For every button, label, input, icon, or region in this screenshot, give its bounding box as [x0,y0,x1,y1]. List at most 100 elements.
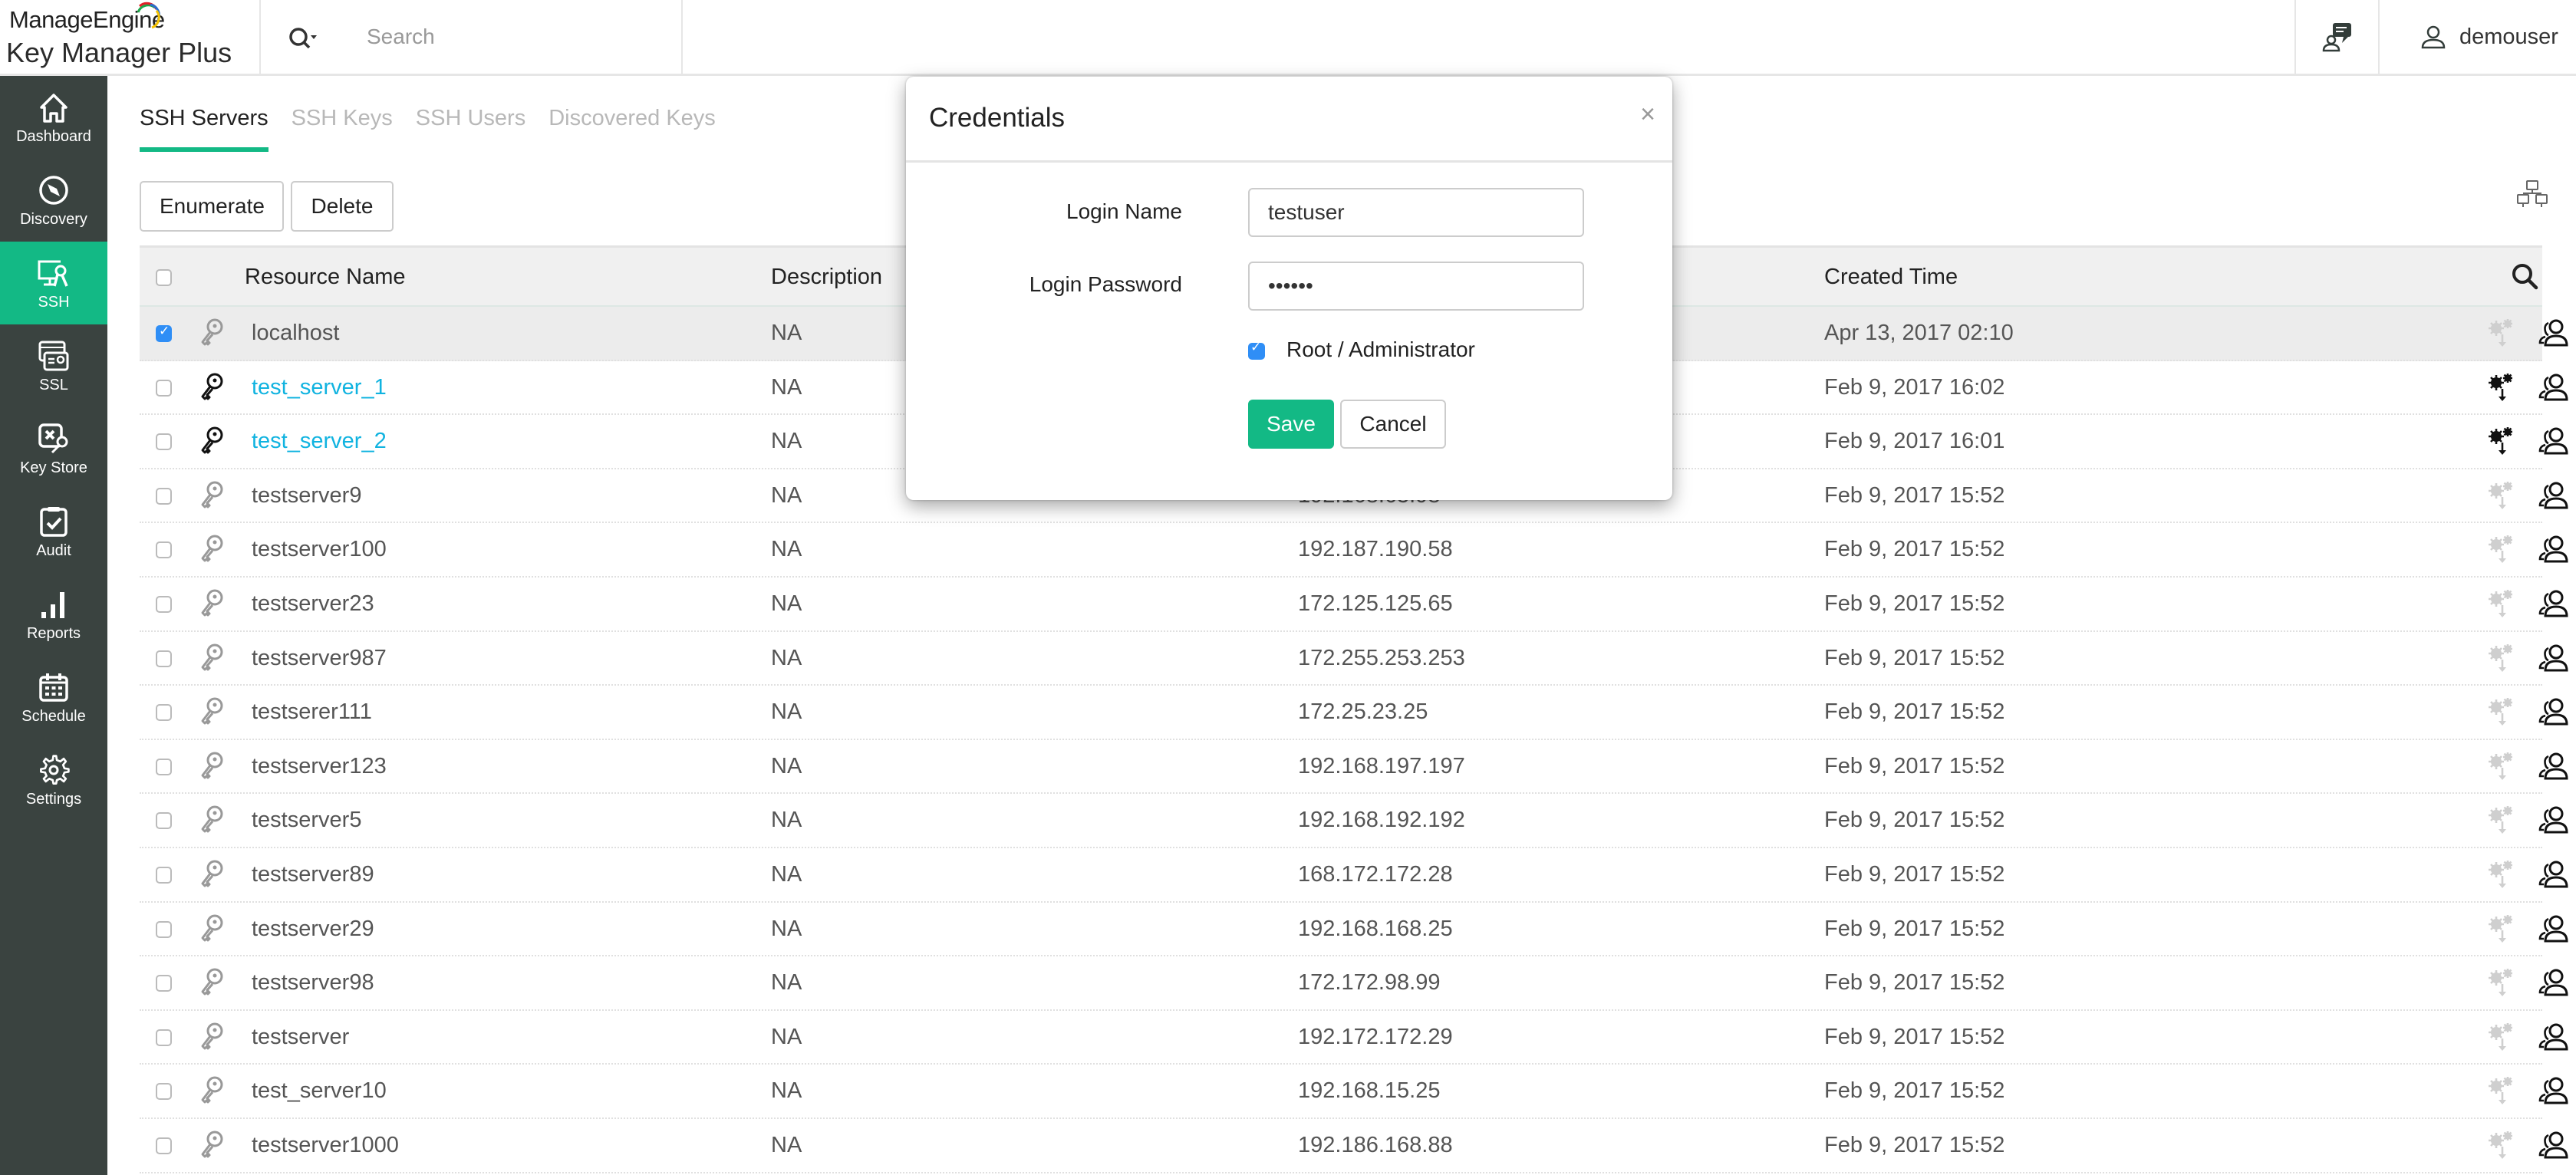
brand-logo[interactable]: ManageEngine Key Manager Plus [0,0,261,74]
table-row[interactable]: testserver89 NA 168.172.172.28 Feb 9, 20… [140,848,2568,903]
sidebar-item-ssh[interactable]: SSH [0,242,107,324]
row-checkbox[interactable] [156,379,172,397]
sidebar-item-settings[interactable]: Settings [0,739,107,821]
table-row[interactable]: testserver1000 NA 192.186.168.88 Feb 9, … [140,1119,2568,1173]
tab-ssh-keys[interactable]: SSH Keys [292,106,393,150]
root-administrator-label[interactable]: Root / Administrator [1286,337,1475,362]
row-checkbox[interactable] [156,324,172,342]
remote-key-deploy-icon[interactable] [2487,751,2518,782]
remote-key-deploy-icon[interactable] [2487,967,2518,998]
table-row[interactable]: testserver987 NA 172.255.253.253 Feb 9, … [140,632,2568,686]
associate-users-icon[interactable] [2538,967,2570,998]
associate-users-icon[interactable] [2538,372,2570,403]
topology-view-icon[interactable] [2516,179,2548,210]
sidebar-item-schedule[interactable]: Schedule [0,656,107,739]
column-description[interactable]: Description [771,265,882,290]
table-search-icon[interactable] [2510,262,2541,292]
root-administrator-checkbox[interactable] [1248,340,1265,360]
associate-users-icon[interactable] [2538,480,2570,511]
associate-users-icon[interactable] [2538,426,2570,456]
login-password-input[interactable] [1248,262,1584,311]
delete-button[interactable]: Delete [291,181,394,232]
row-checkbox[interactable] [156,650,172,667]
associate-users-icon[interactable] [2538,751,2570,782]
table-row[interactable]: testserver NA 192.172.172.29 Feb 9, 2017… [140,1011,2568,1065]
row-checkbox[interactable] [156,433,172,451]
table-row[interactable]: testserver5 NA 192.168.192.192 Feb 9, 20… [140,794,2568,848]
description: NA [771,808,802,833]
table-row[interactable]: testserer111 NA 172.25.23.25 Feb 9, 2017… [140,686,2568,740]
resource-name[interactable]: test_server_2 [252,429,387,454]
row-checkbox[interactable] [156,541,172,559]
tab-ssh-servers[interactable]: SSH Servers [140,106,268,152]
remote-key-deploy-icon[interactable] [2487,1075,2518,1106]
feedback-button[interactable] [2294,0,2380,74]
associate-users-icon[interactable] [2538,643,2570,673]
ip-address: 192.172.172.29 [1298,1024,1453,1049]
row-actions [2487,426,2576,458]
table-row[interactable]: testserver123 NA 192.168.197.197 Feb 9, … [140,740,2568,795]
select-all-checkbox[interactable] [156,269,172,286]
search-dropdown-icon[interactable] [287,25,321,52]
tab-discovered-keys[interactable]: Discovered Keys [548,106,716,150]
associate-users-icon[interactable] [2538,696,2570,727]
associate-users-icon[interactable] [2538,913,2570,944]
associate-users-icon[interactable] [2538,1022,2570,1052]
close-icon[interactable]: × [1640,100,1655,130]
remote-key-deploy-icon[interactable] [2487,805,2518,835]
associate-users-icon[interactable] [2538,859,2570,890]
remote-key-deploy-icon[interactable] [2487,913,2518,944]
table-row[interactable]: testserver100 NA 192.187.190.58 Feb 9, 2… [140,523,2568,578]
remote-key-deploy-icon[interactable] [2487,1022,2518,1052]
ip-address: 192.168.197.197 [1298,753,1465,778]
table-row[interactable]: testserver29 NA 192.168.168.25 Feb 9, 20… [140,903,2568,957]
sidebar-item-key-store[interactable]: Key Store [0,407,107,490]
row-checkbox[interactable] [156,758,172,775]
remote-key-deploy-icon[interactable] [2487,318,2518,348]
remote-key-deploy-icon[interactable] [2487,1130,2518,1160]
associate-users-icon[interactable] [2538,1130,2570,1160]
remote-key-deploy-icon[interactable] [2487,588,2518,619]
row-checkbox[interactable] [156,920,172,938]
row-checkbox[interactable] [156,866,172,884]
remote-key-deploy-icon[interactable] [2487,696,2518,727]
table-row[interactable]: testserver23 NA 172.125.125.65 Feb 9, 20… [140,578,2568,632]
sidebar-item-dashboard[interactable]: Dashboard [0,76,107,159]
associate-users-icon[interactable] [2538,1075,2570,1106]
associate-users-icon[interactable] [2538,588,2570,619]
enumerate-button[interactable]: Enumerate [140,181,284,232]
remote-key-deploy-icon[interactable] [2487,480,2518,511]
row-checkbox[interactable] [156,812,172,830]
remote-key-deploy-icon[interactable] [2487,426,2518,456]
row-checkbox[interactable] [156,1029,172,1046]
row-checkbox[interactable] [156,975,172,992]
row-checkbox[interactable] [156,1137,172,1154]
column-created-time[interactable]: Created Time [1824,265,1958,290]
global-search-input[interactable] [367,20,666,54]
row-checkbox[interactable] [156,1083,172,1101]
remote-key-deploy-icon[interactable] [2487,859,2518,890]
login-name-input[interactable] [1248,188,1584,237]
row-checkbox[interactable] [156,704,172,722]
cancel-button[interactable]: Cancel [1340,400,1446,449]
sidebar-item-ssl[interactable]: SSL [0,324,107,407]
login-name-label: Login Name [1066,199,1182,223]
associate-users-icon[interactable] [2538,318,2570,348]
row-checkbox[interactable] [156,487,172,505]
associate-users-icon[interactable] [2538,534,2570,564]
remote-key-deploy-icon[interactable] [2487,643,2518,673]
user-menu[interactable]: demouser [2381,0,2576,74]
save-button[interactable]: Save [1248,400,1334,449]
row-checkbox[interactable] [156,595,172,613]
resource-name[interactable]: test_server_1 [252,375,387,400]
table-row[interactable]: testserver98 NA 172.172.98.99 Feb 9, 201… [140,956,2568,1011]
associate-users-icon[interactable] [2538,805,2570,835]
sidebar-item-audit[interactable]: Audit [0,490,107,573]
tab-ssh-users[interactable]: SSH Users [416,106,525,150]
sidebar-item-discovery[interactable]: Discovery [0,159,107,242]
sidebar-item-reports[interactable]: Reports [0,573,107,656]
column-resource-name[interactable]: Resource Name [245,265,406,290]
remote-key-deploy-icon[interactable] [2487,372,2518,403]
remote-key-deploy-icon[interactable] [2487,534,2518,564]
table-row[interactable]: test_server10 NA 192.168.15.25 Feb 9, 20… [140,1065,2568,1119]
